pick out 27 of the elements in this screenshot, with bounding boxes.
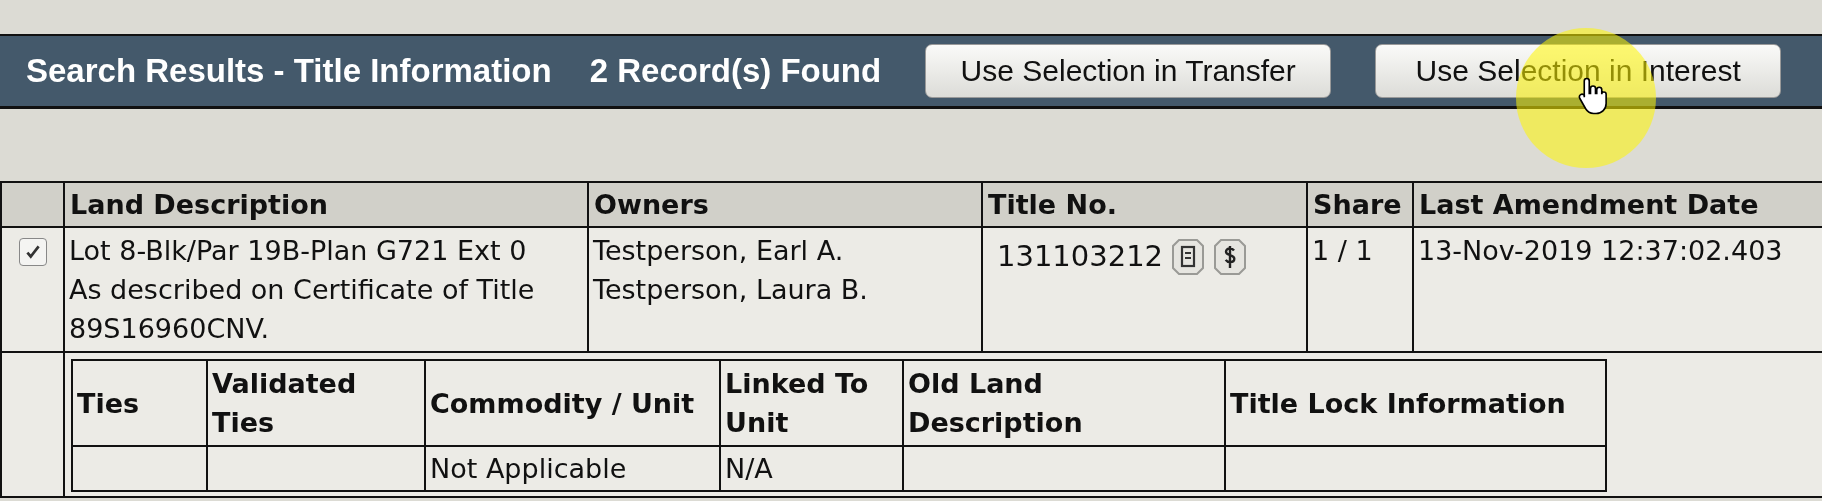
owner-name: Testperson, Laura B. bbox=[593, 273, 869, 307]
checkmark-icon bbox=[23, 243, 42, 261]
column-header: Ties bbox=[72, 360, 207, 446]
column-header: Owners bbox=[588, 182, 982, 227]
column-header: Title Lock Information bbox=[1225, 360, 1606, 446]
amendment-date: 13-Nov-2019 12:37:02.403 bbox=[1413, 227, 1822, 352]
owner-name: Testperson, Earl A. bbox=[593, 234, 845, 268]
column-header: Linked To Unit bbox=[720, 360, 903, 446]
land-description-text: As described on Certificate of Title 89S16960CNV. bbox=[69, 273, 536, 346]
record-count: 2 Record(s) Found bbox=[589, 52, 882, 90]
dollar-icon[interactable] bbox=[1213, 237, 1248, 276]
table-cell: Not Applicable bbox=[430, 453, 627, 484]
table-cell: N/A bbox=[725, 453, 773, 484]
title-number: 131103212 bbox=[997, 238, 1164, 275]
column-header: Validated Ties bbox=[207, 360, 425, 446]
page-title: Search Results - Title Information bbox=[26, 52, 552, 90]
land-description-text: Lot 8-Blk/Par 19B-Plan G721 Ext 0 bbox=[69, 234, 528, 268]
column-header: Title No. bbox=[982, 182, 1307, 227]
column-header: Commodity / Unit bbox=[425, 360, 720, 446]
column-header: Share bbox=[1307, 182, 1413, 227]
action-button[interactable]: Use Selection in Transfer bbox=[925, 44, 1332, 98]
column-header: Last Amendment Date bbox=[1413, 182, 1822, 227]
checkbox[interactable] bbox=[18, 238, 47, 266]
share-value: 1 / 1 bbox=[1307, 227, 1413, 352]
column-header: Land Description bbox=[64, 182, 588, 227]
document-icon[interactable] bbox=[1171, 237, 1206, 276]
column-header: Old Land Description bbox=[903, 360, 1225, 446]
